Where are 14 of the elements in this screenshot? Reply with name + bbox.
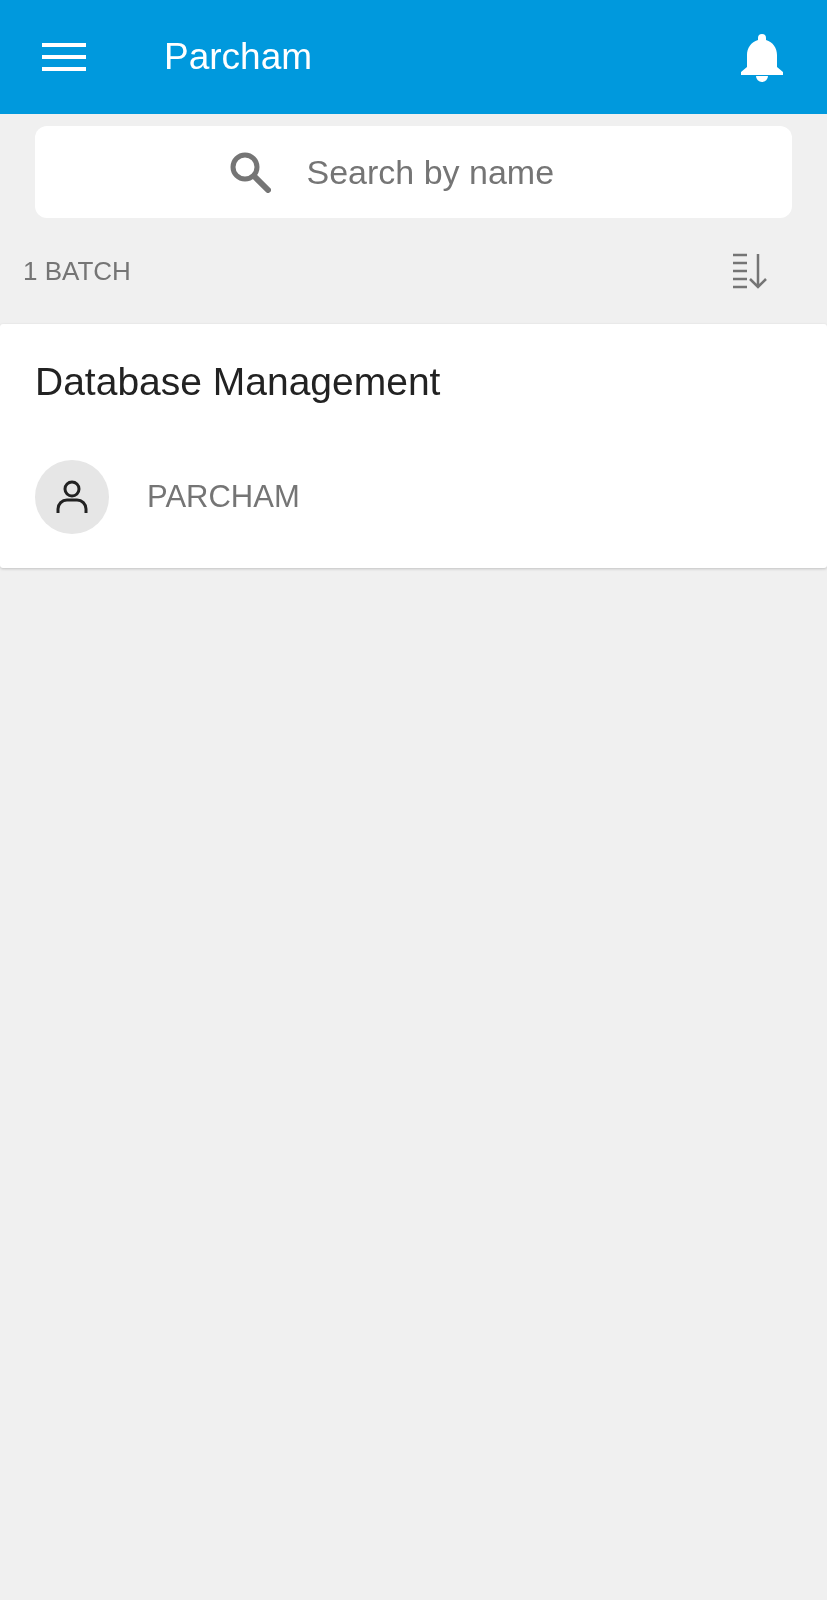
menu-icon [42,41,86,73]
sort-icon [731,252,767,290]
batch-count: 1 BATCH [23,255,131,287]
bell-icon [739,32,785,82]
search-field[interactable]: Search by name [304,151,599,193]
batch-title: Database Management [35,360,442,404]
menu-button[interactable] [42,41,86,73]
owner-name: PARCHAM [147,479,300,515]
app-title: Parcham [164,36,314,78]
notifications-button[interactable] [739,32,785,82]
person-icon [55,479,89,515]
sort-button[interactable] [731,252,767,290]
batch-card[interactable]: Database Management PARCHAM [0,324,827,568]
search-icon [228,151,271,193]
